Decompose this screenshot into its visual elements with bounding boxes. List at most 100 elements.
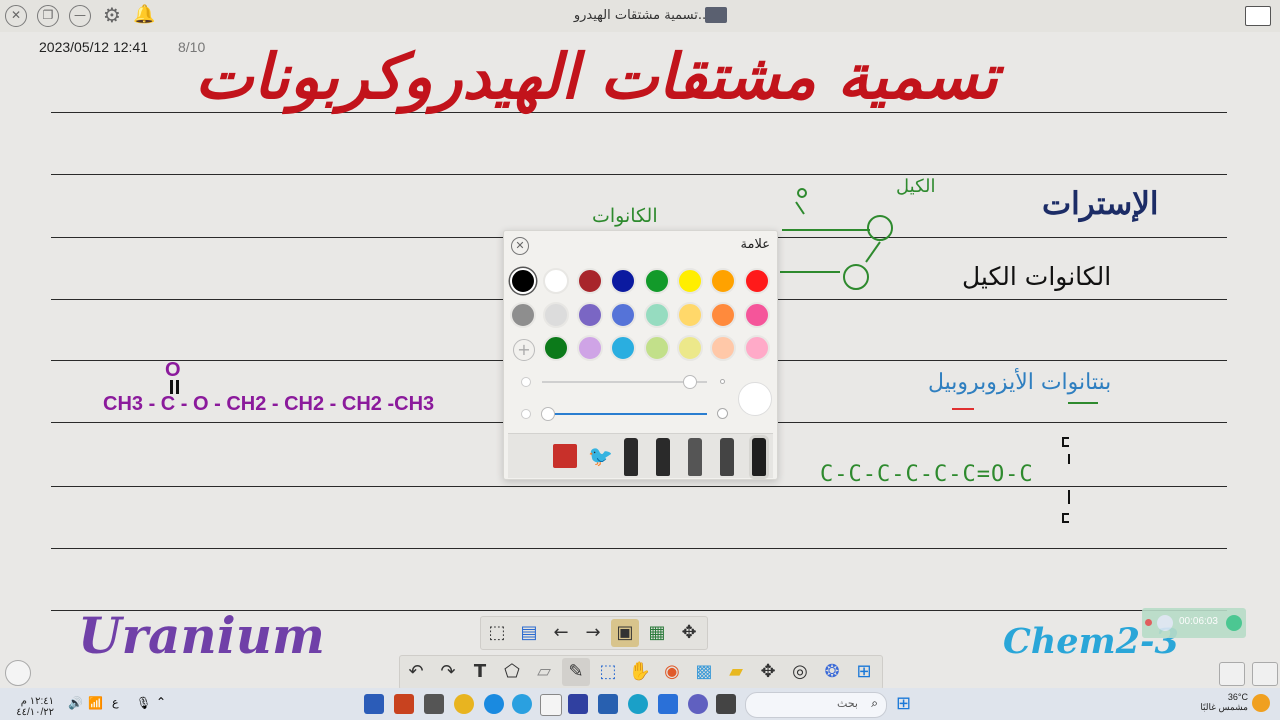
- wifi-icon[interactable]: 📶: [88, 696, 103, 710]
- edge-browser-icon[interactable]: [484, 694, 504, 714]
- pages-grid-icon[interactable]: [1252, 662, 1278, 686]
- window-title: تسمية مشتقات الهيدرو..: [573, 8, 707, 23]
- video-icon[interactable]: [716, 694, 736, 714]
- ai-pen-icon[interactable]: [624, 438, 638, 476]
- color-swatch[interactable]: [710, 268, 737, 294]
- color-swatch[interactable]: [610, 335, 637, 361]
- color-swatch[interactable]: [543, 268, 570, 294]
- word-icon[interactable]: [364, 694, 384, 714]
- stop-icon[interactable]: [1226, 615, 1242, 631]
- telegram-icon[interactable]: [512, 694, 532, 714]
- record-indicator-icon: [1145, 619, 1152, 626]
- sun-icon[interactable]: [1252, 694, 1270, 712]
- size-slider-handle[interactable]: [683, 375, 697, 389]
- color-swatch[interactable]: [743, 335, 770, 361]
- browser-icon[interactable]: ◉: [658, 658, 686, 686]
- color-swatch[interactable]: [643, 335, 670, 361]
- microphone-icon[interactable]: 🎙: [136, 696, 151, 710]
- color-swatch[interactable]: [543, 301, 570, 328]
- selection-icon[interactable]: ⬚: [594, 658, 622, 686]
- page-manager-icon[interactable]: ▣: [611, 619, 639, 647]
- qr-code-icon[interactable]: [553, 444, 577, 468]
- close-icon[interactable]: ✕: [511, 237, 529, 255]
- underline-mark: [1068, 402, 1098, 404]
- marker-tool-icon[interactable]: ✎: [562, 658, 590, 686]
- camera-icon[interactable]: [424, 694, 444, 714]
- color-swatch[interactable]: [610, 301, 637, 328]
- weather-temp: 36°C: [1227, 692, 1248, 702]
- example-name: بنتانوات الأيزوبروبيل: [928, 370, 1112, 395]
- search-icon: ⌕: [871, 696, 878, 710]
- image-icon[interactable]: [1219, 662, 1245, 686]
- double-bond: [170, 380, 173, 394]
- edge-icon[interactable]: [628, 694, 648, 714]
- chrome-icon[interactable]: [454, 694, 474, 714]
- title-bar: ✕ ❐ — ⚙ 🔔 تسمية مشتقات الهيدرو..: [0, 0, 1280, 32]
- folder-icon[interactable]: ▰: [722, 658, 750, 686]
- isopropyl-branch-sketch: [1062, 437, 1070, 523]
- color-swatch[interactable]: [543, 335, 570, 361]
- color-swatch[interactable]: [743, 268, 770, 294]
- undo-icon[interactable]: ↶: [402, 658, 430, 686]
- screenshot-icon[interactable]: ◎: [786, 658, 814, 686]
- color-swatch[interactable]: [677, 335, 703, 361]
- move-toolbar-icon[interactable]: ✥: [675, 619, 703, 647]
- pencil-icon[interactable]: [688, 438, 702, 476]
- text-tool-icon[interactable]: T: [466, 658, 494, 686]
- user-avatar[interactable]: [5, 660, 31, 686]
- color-swatch[interactable]: [576, 268, 603, 294]
- color-swatch[interactable]: [643, 268, 670, 294]
- add-page-icon[interactable]: ▤: [515, 619, 543, 647]
- mail-icon[interactable]: [658, 694, 678, 714]
- shape-tool-icon[interactable]: ⬠: [498, 658, 526, 686]
- vector-app-icon[interactable]: [568, 694, 588, 714]
- screen-recorder[interactable]: 00:06:03: [1142, 608, 1246, 638]
- color-swatch[interactable]: [677, 268, 703, 294]
- add-color-icon[interactable]: +: [513, 339, 535, 361]
- marker-color-panel: ✕ علامة + 🐦: [503, 230, 778, 480]
- color-swatch[interactable]: [743, 301, 770, 328]
- gear-pen-icon[interactable]: [656, 438, 670, 476]
- chain-formula: C-C-C-C-C-C=O-C: [820, 462, 1034, 487]
- drawing-toolbar: ↶ ↷ T ⬠ ▱ ✎ ⬚ ✋ ◉ ▩ ▰ ✥ ◎ ❂ ⊞: [399, 655, 883, 690]
- opacity-slider-handle[interactable]: [541, 407, 555, 421]
- brush-icon[interactable]: [720, 438, 734, 476]
- resources-box-icon[interactable]: ▩: [690, 658, 718, 686]
- ester-structure-sketch: [780, 188, 893, 290]
- windows-icon[interactable]: ⊞: [850, 658, 878, 686]
- hand-tool-icon[interactable]: ✋: [626, 658, 654, 686]
- page-number-icon[interactable]: ⬚: [483, 619, 511, 647]
- marker-pen-icon[interactable]: [752, 438, 766, 476]
- whiteboard-app-icon[interactable]: [1245, 6, 1271, 26]
- opacity-slider[interactable]: [542, 413, 707, 415]
- meet-icon[interactable]: [688, 694, 708, 714]
- color-swatch[interactable]: [510, 268, 536, 294]
- powerpoint-icon[interactable]: [394, 694, 414, 714]
- color-swatch[interactable]: [710, 301, 737, 328]
- redo-icon[interactable]: ↷: [434, 658, 462, 686]
- store-icon[interactable]: [598, 694, 618, 714]
- chevron-up-icon[interactable]: ⌃: [156, 695, 166, 709]
- collaboration-icon[interactable]: ❂: [818, 658, 846, 686]
- color-swatch[interactable]: [576, 335, 603, 361]
- ester-formula: CH3 - C - O - CH2 - CH2 - CH2 -CH3: [103, 393, 435, 415]
- taskbar-search[interactable]: بحث ⌕: [745, 692, 887, 718]
- input-language[interactable]: ع: [112, 696, 119, 709]
- bird-icon[interactable]: 🐦: [588, 442, 613, 470]
- opacity-min-icon: [521, 409, 531, 419]
- arrow-left-icon[interactable]: ←: [547, 619, 575, 647]
- color-swatch[interactable]: [576, 301, 603, 328]
- color-swatch[interactable]: [510, 301, 536, 328]
- move-icon[interactable]: ✥: [754, 658, 782, 686]
- start-button[interactable]: ⊞: [896, 694, 916, 714]
- color-swatch[interactable]: [677, 301, 703, 328]
- export-icon[interactable]: ▦: [643, 619, 671, 647]
- color-swatch[interactable]: [610, 268, 637, 294]
- color-swatch[interactable]: [643, 301, 670, 328]
- eraser-icon[interactable]: ▱: [530, 658, 558, 686]
- whiteboard-taskbar-icon[interactable]: [540, 694, 562, 716]
- color-swatch[interactable]: [710, 335, 737, 361]
- arrow-right-icon[interactable]: →: [579, 619, 607, 647]
- volume-icon[interactable]: 🔊: [68, 696, 83, 710]
- pause-icon[interactable]: [1157, 615, 1173, 631]
